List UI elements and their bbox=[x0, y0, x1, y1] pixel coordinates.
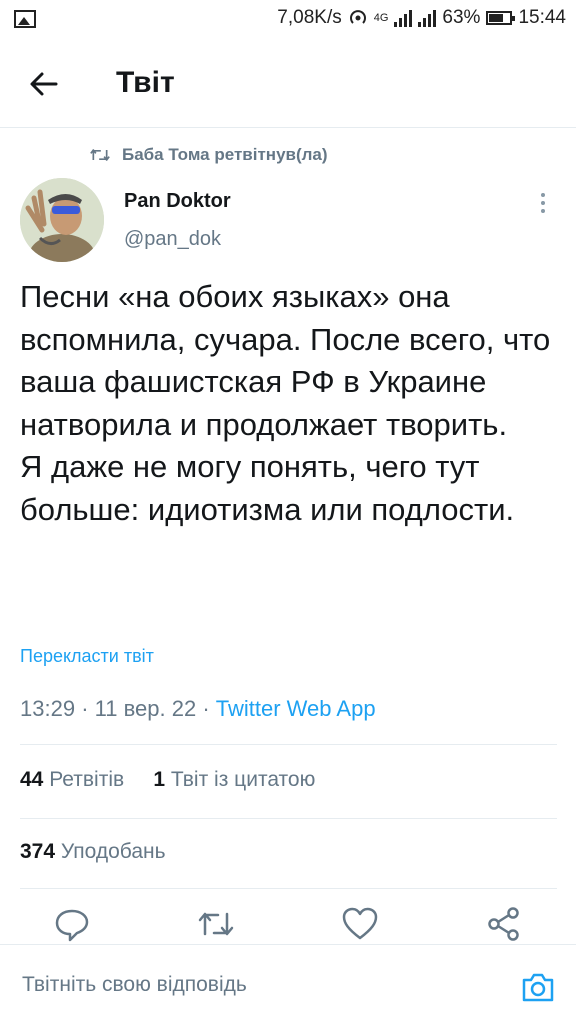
camera-button[interactable] bbox=[520, 969, 556, 1005]
signal-2-icon bbox=[418, 9, 437, 27]
clock: 15:44 bbox=[518, 7, 566, 28]
reply-composer: Твітніть свою відповідь bbox=[0, 944, 576, 1024]
retweet-button[interactable] bbox=[196, 904, 236, 944]
network-type: 4G bbox=[373, 12, 389, 24]
divider bbox=[20, 744, 557, 745]
quotes-stat[interactable]: 1 Твіт із цитатою bbox=[153, 768, 315, 791]
share-button[interactable] bbox=[484, 904, 524, 944]
retweet-icon bbox=[198, 912, 234, 936]
like-button[interactable] bbox=[340, 904, 380, 944]
likes-stats-row: 374 Уподобань bbox=[20, 840, 166, 864]
separator: · bbox=[81, 696, 95, 721]
quotes-count: 1 bbox=[153, 768, 166, 791]
share-icon bbox=[488, 907, 519, 941]
more-options-button[interactable] bbox=[536, 190, 550, 216]
tweet-paragraph: Я даже не могу понять, чего тут больше: … bbox=[20, 449, 515, 527]
battery-icon bbox=[486, 11, 516, 25]
tweet-paragraph: Песни «на обоих языках» она вспомнила, с… bbox=[20, 279, 551, 442]
separator: · bbox=[202, 696, 216, 721]
gallery-icon bbox=[14, 10, 36, 28]
likes-stat[interactable]: 374 Уподобань bbox=[20, 840, 166, 863]
retweets-label: Ретвітів bbox=[49, 768, 125, 791]
camera-icon bbox=[522, 973, 554, 1002]
retweet-stats-row: 44 Ретвітів 1 Твіт із цитатою bbox=[20, 768, 315, 792]
tweet-time: 13:29 bbox=[20, 696, 76, 721]
retweet-attribution[interactable]: Баба Тома ретвітнув(ла) bbox=[90, 145, 328, 165]
tweet-date: 11 вер. 22 bbox=[94, 696, 197, 721]
author-name[interactable]: Pan Doktor bbox=[124, 190, 231, 213]
likes-count: 374 bbox=[20, 840, 56, 863]
quotes-label: Твіт із цитатою bbox=[170, 768, 316, 791]
retweets-stat[interactable]: 44 Ретвітів bbox=[20, 768, 124, 791]
divider bbox=[20, 888, 557, 889]
retweet-icon bbox=[90, 149, 110, 161]
tweet-source-link[interactable]: Twitter Web App bbox=[216, 696, 376, 721]
back-button[interactable] bbox=[26, 66, 62, 102]
author-handle[interactable]: @pan_dok bbox=[124, 228, 221, 251]
arrow-left-icon bbox=[30, 72, 58, 96]
reply-input[interactable]: Твітніть свою відповідь bbox=[22, 973, 492, 997]
likes-label: Уподобань bbox=[60, 840, 166, 863]
hotspot-icon bbox=[349, 10, 366, 24]
avatar-image bbox=[20, 178, 104, 262]
retweet-text: Баба Тома ретвітнув(ла) bbox=[122, 145, 328, 164]
status-bar: 7,08K/s 4G 63% 15:44 bbox=[0, 0, 576, 40]
top-app-bar: Твіт bbox=[0, 40, 576, 128]
page-title: Твіт bbox=[116, 66, 175, 99]
retweets-count: 44 bbox=[20, 768, 44, 791]
status-right: 7,08K/s 4G 63% 15:44 bbox=[277, 7, 566, 29]
divider bbox=[20, 818, 557, 819]
translate-tweet-link[interactable]: Перекласти твіт bbox=[20, 646, 154, 667]
battery-percent: 63% bbox=[442, 7, 481, 28]
heart-icon bbox=[342, 907, 378, 940]
reply-button[interactable] bbox=[52, 904, 92, 944]
signal-icon bbox=[394, 9, 413, 27]
vertical-dots-icon bbox=[536, 193, 550, 213]
tweet-metadata: 13:29 · 11 вер. 22 · Twitter Web App bbox=[20, 696, 376, 722]
avatar[interactable] bbox=[20, 178, 104, 262]
tweet-text: Песни «на обоих языках» она вспомнила, с… bbox=[20, 276, 560, 531]
speech-bubble-icon bbox=[55, 909, 89, 942]
network-speed: 7,08K/s bbox=[277, 7, 342, 28]
